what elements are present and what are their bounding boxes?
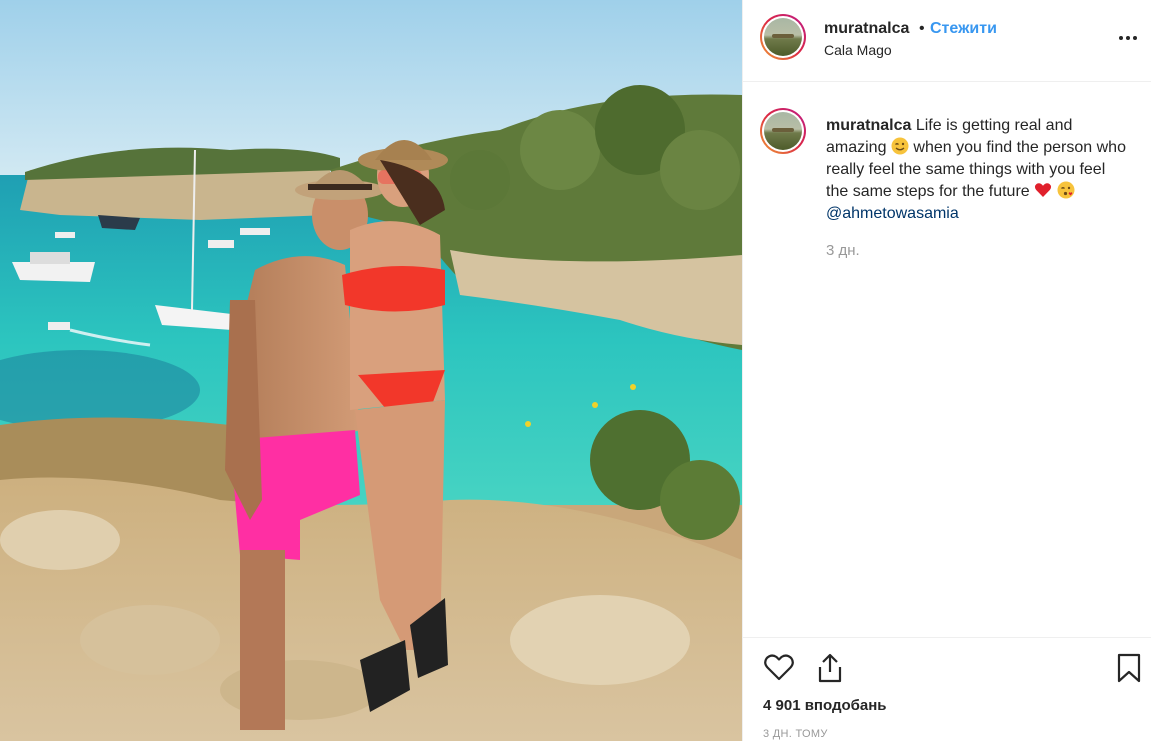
caption: muratnalca Life is getting real and amaz… (826, 115, 1126, 225)
likes-count[interactable]: 4 901 вподобань (763, 697, 887, 714)
share-upload-icon[interactable] (815, 652, 845, 689)
heart-outline-icon[interactable] (763, 652, 795, 687)
location-link[interactable]: Cala Mago (824, 42, 892, 58)
winking-face-icon (891, 137, 909, 155)
username-link[interactable]: muratnalca (824, 20, 909, 38)
more-horizontal-icon[interactable] (1117, 28, 1139, 48)
red-heart-icon (1035, 183, 1052, 197)
post-photo[interactable] (0, 0, 742, 741)
caption-username[interactable]: muratnalca (826, 117, 911, 134)
caption-time[interactable]: 3 дн. (826, 242, 860, 259)
avatar-image (764, 112, 802, 150)
post-header: muratnalca • Стежити Cala Mago (743, 0, 1151, 82)
caption-avatar[interactable] (760, 108, 806, 154)
avatar-image (764, 18, 802, 56)
separator-dot: • (919, 20, 925, 37)
mention-link[interactable]: @ahmetowasamia (826, 205, 959, 222)
post-timestamp[interactable]: 3 ДН. ТОМУ (763, 728, 828, 740)
post-sidebar: muratnalca • Стежити Cala Mago muratnalc… (742, 0, 1151, 741)
post-photo-scene (0, 0, 742, 741)
face-blowing-kiss-icon (1057, 181, 1075, 199)
follow-button[interactable]: Стежити (930, 20, 997, 38)
avatar[interactable] (760, 14, 806, 60)
post-actions: 4 901 вподобань 3 ДН. ТОМУ (743, 637, 1151, 741)
bookmark-icon[interactable] (1116, 652, 1142, 689)
